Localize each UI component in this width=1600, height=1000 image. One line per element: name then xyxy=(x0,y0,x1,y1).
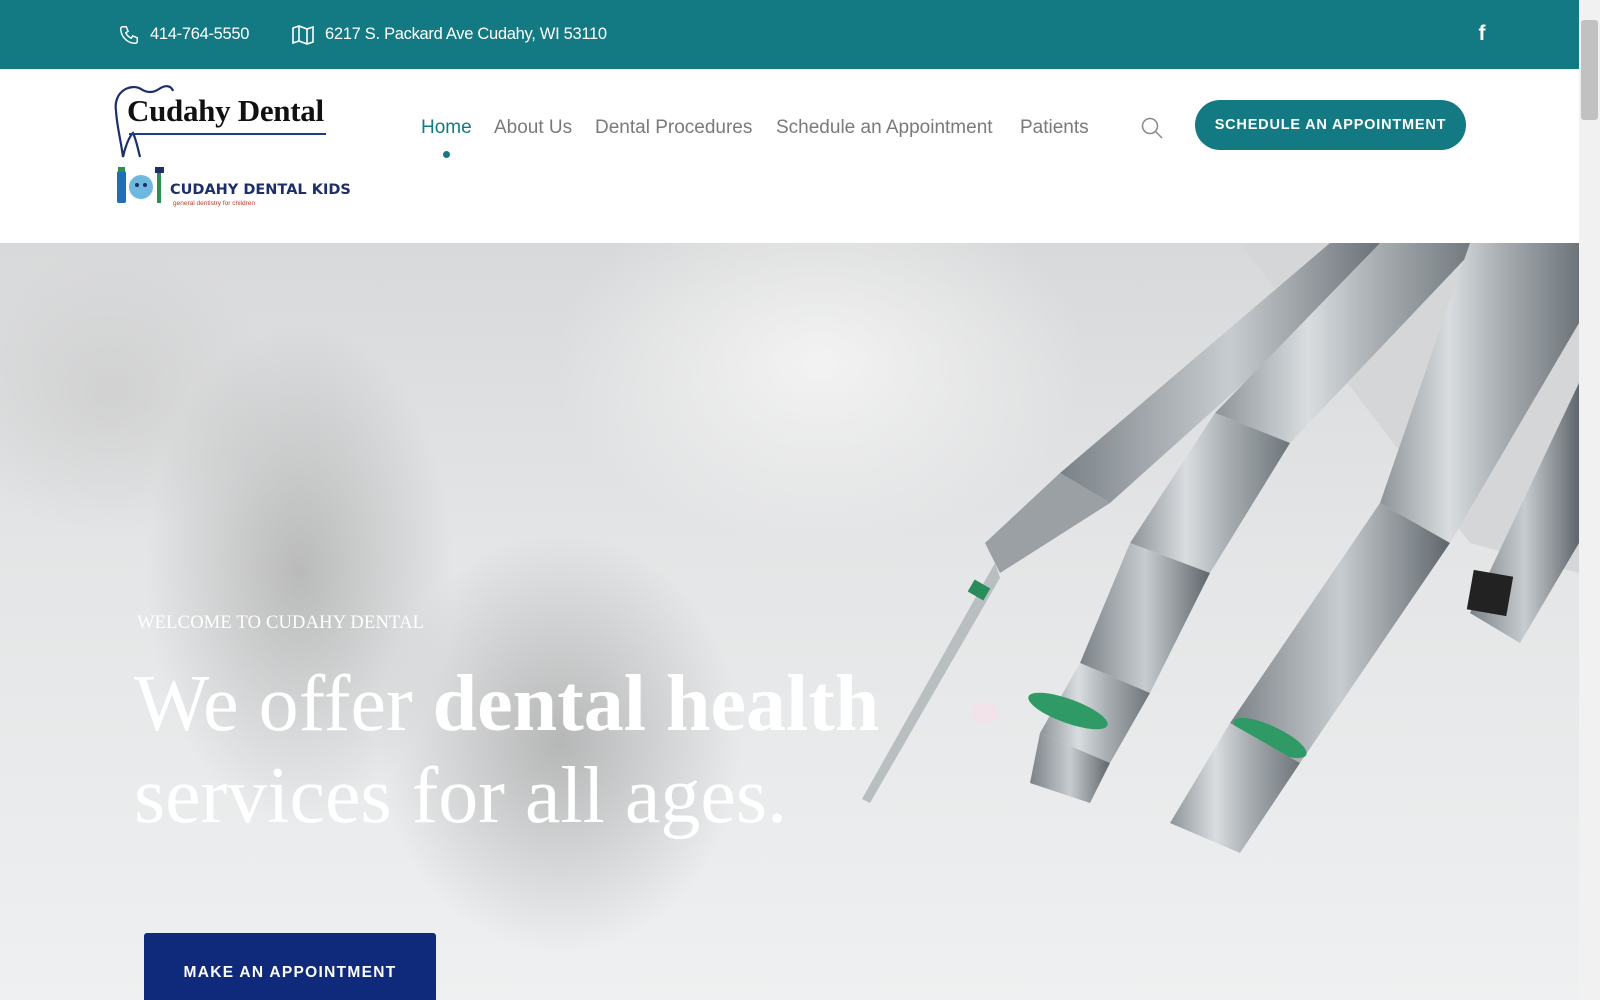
phone-contact[interactable]: 414-764-5550 xyxy=(118,0,249,69)
hero-headline-part1: We offer xyxy=(134,660,433,748)
nav-item-dental-procedures[interactable]: Dental Procedures xyxy=(595,117,752,139)
schedule-appointment-button[interactable]: SCHEDULE AN APPOINTMENT xyxy=(1195,100,1466,150)
nav-item-about-us[interactable]: About Us xyxy=(494,117,572,139)
hero-headline: We offer dental health services for all a… xyxy=(134,658,934,842)
hero-eyebrow: WELCOME TO CUDAHY DENTAL xyxy=(137,613,425,633)
logo-tagline: general dentistry for children xyxy=(173,200,256,207)
nav-active-indicator xyxy=(443,151,450,158)
map-icon xyxy=(292,24,314,45)
hero-headline-bold: dental health xyxy=(432,660,880,748)
hero-headline-part2: services for all ages. xyxy=(134,752,788,840)
logo-underline xyxy=(129,133,326,135)
phone-icon xyxy=(120,25,138,44)
facebook-icon[interactable]: f xyxy=(1472,22,1492,46)
logo-brand-name: Cudahy Dental xyxy=(127,93,324,128)
top-contact-bar: 414-764-5550 6217 S. Packard Ave Cudahy,… xyxy=(0,0,1579,69)
scrollbar-thumb[interactable] xyxy=(1581,20,1598,120)
search-icon[interactable] xyxy=(1140,116,1164,140)
address-contact[interactable]: 6217 S. Packard Ave Cudahy, WI 53110 xyxy=(291,0,607,69)
nav-item-schedule-appointment[interactable]: Schedule an Appointment xyxy=(776,117,993,139)
hero-section: WELCOME TO CUDAHY DENTAL We offer dental… xyxy=(0,243,1579,1000)
nav-item-patients[interactable]: Patients xyxy=(1020,117,1089,139)
make-appointment-button[interactable]: MAKE AN APPOINTMENT xyxy=(144,933,436,1000)
phone-number[interactable]: 414-764-5550 xyxy=(150,25,249,44)
logo-kids-name: CUDAHY DENTAL KIDS xyxy=(170,182,351,198)
nav-item-home[interactable]: Home xyxy=(421,117,472,139)
site-header: Cudahy Dental CUDAHY DENTAL KIDS general… xyxy=(0,69,1579,243)
site-logo[interactable]: Cudahy Dental CUDAHY DENTAL KIDS general… xyxy=(113,83,351,209)
address-text[interactable]: 6217 S. Packard Ave Cudahy, WI 53110 xyxy=(325,25,607,44)
page-scrollbar[interactable] xyxy=(1579,0,1600,1000)
